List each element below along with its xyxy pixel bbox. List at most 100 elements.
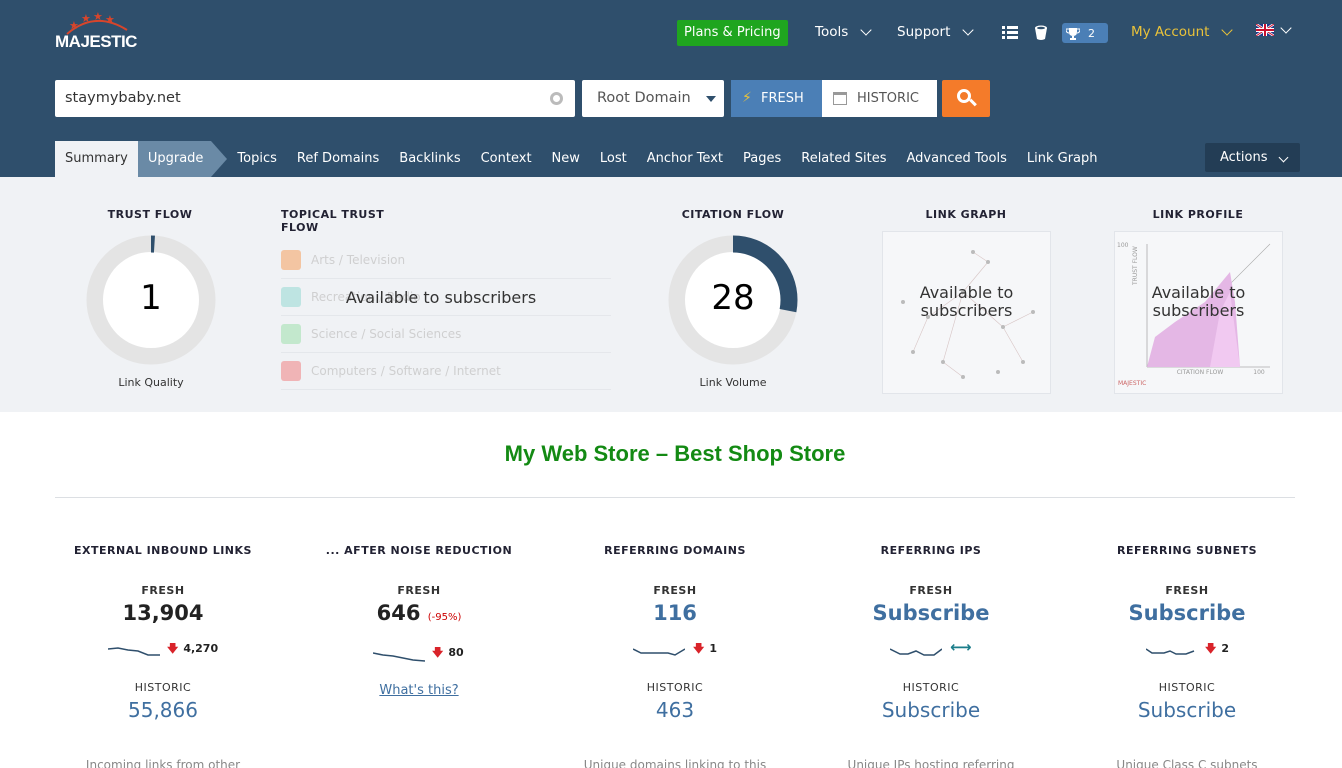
stat-referring-subnets: REFERRING SUBNETS FRESH Subscribe 🡇 2 HIS…: [1079, 544, 1295, 722]
list-icon[interactable]: [1002, 26, 1018, 40]
gear-icon[interactable]: [550, 92, 563, 105]
language-menu[interactable]: [1256, 22, 1292, 36]
link-profile-x-axis: CITATION FLOW: [1176, 369, 1224, 376]
fresh-value[interactable]: 116: [567, 601, 783, 629]
tab-ref-domains[interactable]: Ref Domains: [287, 141, 389, 177]
tab-new[interactable]: New: [542, 141, 590, 177]
arrow-down-icon: 🡇: [167, 642, 179, 655]
stat-description: Incoming links from other: [85, 758, 241, 768]
stat-title: EXTERNAL INBOUND LINKS: [74, 544, 252, 557]
tab-pages[interactable]: Pages: [733, 141, 791, 177]
link-graph-overlay: Available to subscribers: [919, 283, 1014, 320]
tab-bar: Summary Upgrade Topics Ref Domains Backl…: [55, 141, 1108, 177]
my-account-menu[interactable]: My Account: [1131, 24, 1234, 40]
historic-label: HISTORIC: [1158, 681, 1216, 694]
chevron-down-icon: [860, 24, 872, 36]
support-label: Support: [897, 24, 951, 40]
tab-backlinks[interactable]: Backlinks: [389, 141, 470, 177]
link-profile-title: LINK PROFILE: [1152, 208, 1244, 221]
fresh-label: FRESH: [1165, 584, 1209, 597]
fresh-value: 646 (-95%): [311, 601, 527, 629]
chevron-down-icon: [1221, 24, 1234, 36]
trust-flow-value: 1: [140, 278, 162, 318]
site-title: My Web Store – Best Shop Store: [504, 441, 846, 466]
stat-referring-domains: REFERRING DOMAINS FRESH 116 🡇 1 HISTORIC …: [567, 544, 783, 722]
sparkline: [373, 652, 425, 662]
stat-description: Unique domains linking to this: [583, 758, 767, 768]
citation-flow-title: CITATION FLOW: [681, 208, 785, 221]
topical-item: Arts / Television: [281, 242, 611, 279]
historic-index-button[interactable]: HISTORIC: [822, 80, 937, 117]
lightning-icon: ⚡: [742, 90, 752, 106]
sparkline: [108, 647, 160, 656]
tab-advanced-tools[interactable]: Advanced Tools: [897, 141, 1017, 177]
historic-value[interactable]: 55,866: [55, 698, 271, 722]
stat-referring-ips: REFERRING IPS FRESH Subscribe ⟷ HISTORIC…: [823, 544, 1039, 722]
search-button[interactable]: [942, 80, 990, 117]
delta-value: 🡇 2: [1205, 640, 1229, 659]
top-header: ★ ★ ★ ★ MAJESTIC Plans & Pricing Tools S…: [0, 0, 1342, 177]
fresh-subscribe-link[interactable]: Subscribe: [1079, 601, 1295, 629]
stat-title: REFERRING IPS: [880, 544, 982, 557]
chevron-down-icon: [962, 24, 975, 36]
historic-subscribe-link[interactable]: Subscribe: [823, 698, 1039, 722]
chevron-down-icon: [1278, 152, 1289, 163]
tab-link-graph[interactable]: Link Graph: [1017, 141, 1108, 177]
link-profile-y-axis: TRUST FLOW: [1132, 246, 1139, 285]
topic-swatch: [281, 361, 301, 381]
support-menu[interactable]: Support: [897, 24, 975, 40]
tab-anchor-text[interactable]: Anchor Text: [637, 141, 733, 177]
tab-context[interactable]: Context: [471, 141, 542, 177]
percent-change: (-95%): [427, 612, 462, 623]
plans-pricing-button[interactable]: Plans & Pricing: [677, 20, 788, 46]
trophy-badge[interactable]: 2: [1062, 23, 1108, 43]
majestic-logo[interactable]: ★ ★ ★ ★ MAJESTIC: [55, 12, 145, 56]
delta-text: 4,270: [183, 642, 219, 655]
historic-label: HISTORIC: [134, 681, 192, 694]
stat-after-noise-reduction: ... AFTER NOISE REDUCTION FRESH 646 (-95…: [311, 544, 527, 698]
citation-flow-sub: Link Volume: [699, 376, 767, 389]
historic-value[interactable]: 463: [567, 698, 783, 722]
tab-upgrade[interactable]: Upgrade: [137, 141, 227, 177]
trend-row: 🡇 1: [567, 635, 783, 675]
sparkline: [1146, 648, 1195, 655]
link-profile-overlay: Available to subscribers: [1151, 283, 1246, 320]
svg-text:★: ★: [105, 13, 115, 26]
arrow-left-right-icon: ⟷: [950, 638, 972, 656]
trust-flow-sub: Link Quality: [118, 376, 184, 389]
tools-menu[interactable]: Tools: [815, 24, 872, 40]
search-input[interactable]: staymybaby.net: [55, 80, 575, 117]
historic-label: HISTORIC: [857, 91, 919, 106]
topic-label: Science / Social Sciences: [311, 327, 462, 341]
trend-row: 🡇 80: [311, 635, 527, 675]
scope-select[interactable]: Root Domain: [582, 80, 724, 117]
fresh-index-button[interactable]: ⚡ FRESH: [731, 80, 822, 117]
chevron-down-icon: [1280, 22, 1292, 34]
whats-this-link[interactable]: What's this?: [311, 683, 527, 698]
fresh-label: FRESH: [653, 584, 697, 597]
delta-text: 2: [1221, 642, 1229, 655]
stat-description: Unique IPs hosting referring: [847, 758, 1015, 768]
caret-down-icon: [706, 96, 716, 102]
topical-overlay[interactable]: Available to subscribers: [281, 289, 601, 307]
tab-topics[interactable]: Topics: [227, 141, 286, 177]
fresh-label: FRESH: [141, 584, 185, 597]
tab-related-sites[interactable]: Related Sites: [791, 141, 896, 177]
my-account-label: My Account: [1131, 24, 1210, 40]
historic-subscribe-link[interactable]: Subscribe: [1079, 698, 1295, 722]
scope-value: Root Domain: [597, 90, 691, 106]
tab-summary[interactable]: Summary: [55, 141, 138, 177]
arrow-down-icon: 🡇: [432, 646, 444, 659]
topical-trust-flow-title: TOPICAL TRUST FLOW: [281, 208, 385, 234]
fresh-subscribe-link[interactable]: Subscribe: [823, 601, 1039, 629]
svg-text:★: ★: [93, 12, 103, 23]
actions-button[interactable]: Actions: [1205, 143, 1300, 172]
bucket-icon[interactable]: [1034, 25, 1048, 41]
trend-row: 🡇 4,270: [55, 635, 271, 675]
citation-flow-value: 28: [711, 278, 755, 318]
topic-label: Arts / Television: [311, 253, 406, 267]
tab-lost[interactable]: Lost: [590, 141, 637, 177]
stat-external-inbound-links: EXTERNAL INBOUND LINKS FRESH 13,904 🡇 4,2…: [55, 544, 271, 722]
fresh-number: 646: [376, 601, 421, 625]
stat-description: Unique Class C subnets: [1116, 758, 1258, 768]
